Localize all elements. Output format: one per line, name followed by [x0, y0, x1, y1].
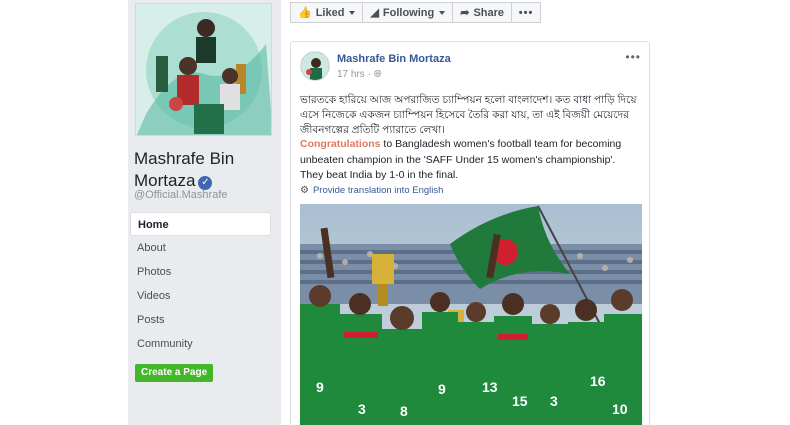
post-timestamp[interactable]: 17 hrs: [337, 69, 365, 80]
svg-text:9: 9: [438, 381, 446, 397]
thumbs-up-icon: 👍: [298, 7, 312, 19]
liked-button[interactable]: 👍 Liked: [290, 2, 364, 23]
following-label: Following: [382, 6, 435, 19]
post-author-link[interactable]: Mashrafe Bin Mortaza: [337, 53, 451, 65]
post-text-english: Congratulations to Bangladesh women's fo…: [300, 137, 640, 184]
post-card: Mashrafe Bin Mortaza 17 hrs · 🌐︎ ••• ভার…: [290, 41, 650, 425]
svg-text:15: 15: [512, 393, 528, 409]
share-button[interactable]: ➦ Share: [452, 2, 513, 23]
translate-link[interactable]: ⚙ Provide translation into English: [300, 185, 443, 196]
post-menu-button[interactable]: •••: [625, 50, 641, 64]
page-handle: @Official.Mashrafe: [134, 189, 228, 201]
profile-illustration: [136, 4, 271, 135]
page-action-bar: 👍 Liked ◢ Following ➦ Share •••: [290, 2, 542, 23]
chevron-down-icon: [439, 10, 446, 15]
page-title: Mashrafe Bin Mortaza ✓: [134, 148, 274, 192]
nav-item-posts[interactable]: Posts: [130, 308, 271, 332]
nav-item-home[interactable]: Home: [130, 212, 271, 236]
globe-icon: 🌐︎: [373, 69, 382, 80]
svg-text:13: 13: [482, 379, 498, 395]
post-photo[interactable]: 9 3 8 9 13 15 3 16 10: [300, 204, 642, 425]
gear-icon: ⚙: [300, 185, 309, 196]
svg-text:8: 8: [400, 403, 408, 419]
post-text-bangla: ভারতকে হারিয়ে আজ অপরাজিত চ্যাম্পিয়ন হল…: [300, 94, 637, 136]
chevron-down-icon: [349, 10, 356, 15]
more-options-button[interactable]: •••: [511, 2, 542, 23]
rss-icon: ◢: [370, 7, 379, 19]
share-arrow-icon: ➦: [460, 7, 470, 19]
verified-badge-icon: ✓: [198, 176, 213, 190]
nav-item-community[interactable]: Community: [130, 332, 271, 356]
nav-item-photos[interactable]: Photos: [130, 260, 271, 284]
svg-text:3: 3: [358, 401, 366, 417]
hashtag-highlight[interactable]: Congratulations: [300, 138, 381, 150]
left-column: Mashrafe Bin Mortaza ✓ @Official.Mashrafe…: [128, 0, 281, 425]
svg-text:10: 10: [612, 401, 628, 417]
nav-item-videos[interactable]: Videos: [130, 284, 271, 308]
svg-text:3: 3: [550, 393, 558, 409]
create-page-button[interactable]: Create a Page: [135, 364, 214, 382]
page-nav: Home About Photos Videos Posts Community: [130, 212, 271, 356]
share-label: Share: [473, 6, 505, 19]
page-name-text: Mashrafe Bin Mortaza: [134, 149, 235, 190]
post-meta: 17 hrs · 🌐︎: [337, 69, 382, 80]
following-button[interactable]: ◢ Following: [362, 2, 454, 23]
svg-text:16: 16: [590, 373, 606, 389]
avatar-illustration: [301, 52, 329, 80]
liked-label: Liked: [315, 6, 345, 19]
nav-item-about[interactable]: About: [130, 236, 271, 260]
team-celebration-photo: 9 3 8 9 13 15 3 16 10: [300, 204, 642, 425]
author-avatar[interactable]: [300, 51, 330, 81]
svg-text:9: 9: [316, 379, 324, 395]
translate-label: Provide translation into English: [312, 185, 444, 196]
profile-picture[interactable]: [135, 3, 272, 136]
